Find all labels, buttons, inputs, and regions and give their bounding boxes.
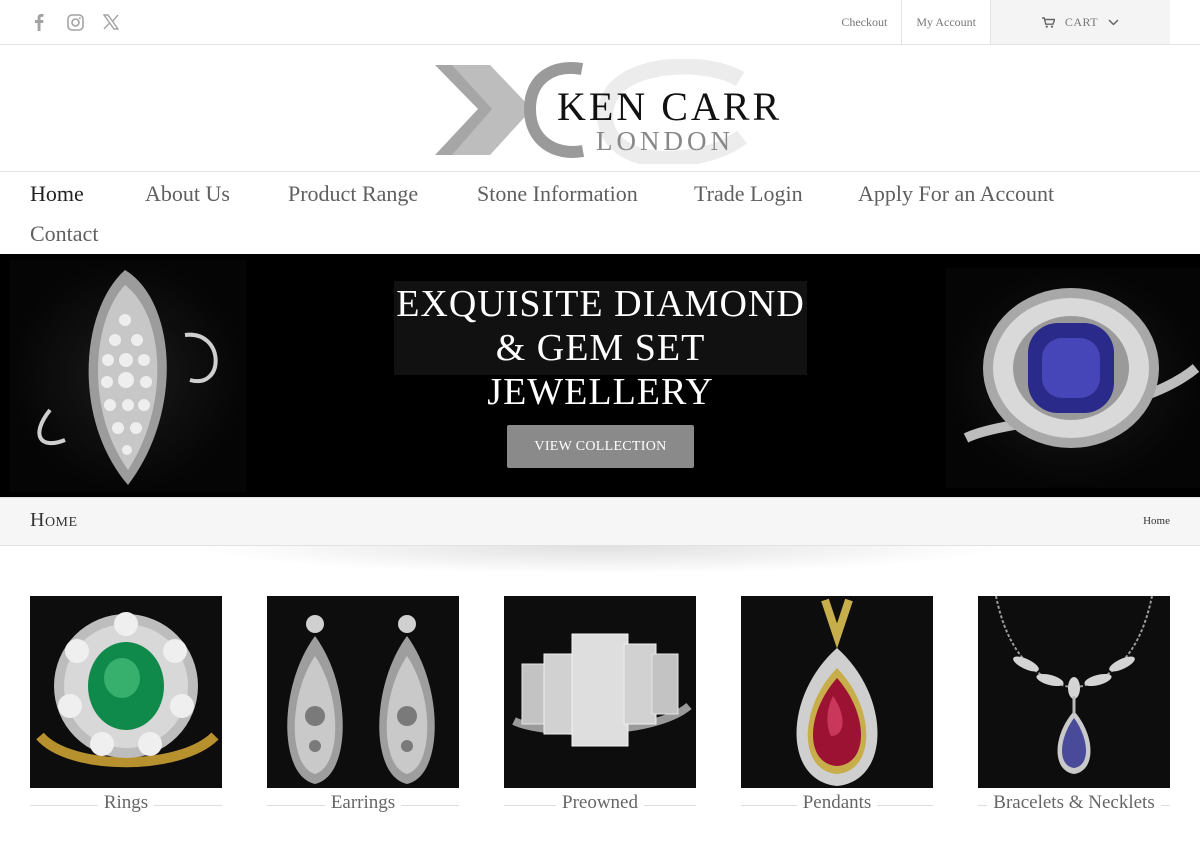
logo-line-1: KEN CARR xyxy=(557,84,783,129)
preowned-image[interactable] xyxy=(504,596,696,788)
rings-image[interactable] xyxy=(30,596,222,788)
page-title: Home xyxy=(30,509,78,531)
nav-home[interactable]: Home xyxy=(30,181,84,207)
nav-contact[interactable]: Contact xyxy=(30,221,98,247)
breadcrumb[interactable]: Home xyxy=(1143,515,1170,527)
checkout-link[interactable]: Checkout xyxy=(827,0,901,44)
nav-trade-login[interactable]: Trade Login xyxy=(694,181,803,207)
bracelets-necklets-caption: Bracelets & Necklets xyxy=(978,792,1170,818)
cart-button[interactable]: CART xyxy=(990,0,1170,44)
hero-title-line-2: & GEM SET JEWELLERY xyxy=(487,327,714,413)
cart-icon xyxy=(1041,16,1055,28)
top-links: Checkout My Account CART xyxy=(827,0,1170,44)
facebook-icon[interactable] xyxy=(30,11,48,33)
bracelets-necklets-image[interactable] xyxy=(978,596,1170,788)
sapphire-ring-image xyxy=(946,268,1200,488)
my-account-link[interactable]: My Account xyxy=(901,0,990,44)
view-collection-button[interactable]: VIEW COLLECTION xyxy=(507,425,694,468)
rings-label[interactable]: Rings xyxy=(97,792,155,814)
pendants-caption: Pendants xyxy=(741,792,933,818)
social-links xyxy=(30,11,120,33)
site-header: KEN CARR LONDON xyxy=(0,45,1200,172)
main-nav: Home About Us Product Range Stone Inform… xyxy=(30,173,1170,253)
instagram-icon[interactable] xyxy=(66,11,84,33)
hero-banner: EXQUISITE DIAMOND & GEM SET JEWELLERY VI… xyxy=(0,254,1200,497)
page-title-bar: Home Home xyxy=(0,497,1200,546)
preowned-caption: Preowned xyxy=(504,792,696,818)
nav-apply-for-an-account[interactable]: Apply For an Account xyxy=(858,181,1054,207)
nav-stone-information[interactable]: Stone Information xyxy=(477,181,638,207)
earrings-image[interactable] xyxy=(267,596,459,788)
nav-product-range[interactable]: Product Range xyxy=(288,181,418,207)
category-bracelets-necklets[interactable]: Bracelets & Necklets xyxy=(978,596,1170,818)
section-shadow xyxy=(30,546,1170,586)
rings-caption: Rings xyxy=(30,792,222,818)
earrings-label[interactable]: Earrings xyxy=(324,792,402,814)
category-grid: Rings Earrings Preowned Pendants Bracele… xyxy=(30,596,1170,826)
top-bar: Checkout My Account CART xyxy=(0,0,1200,45)
pendants-image[interactable] xyxy=(741,596,933,788)
category-rings[interactable]: Rings xyxy=(30,596,222,818)
cart-label: CART xyxy=(1064,14,1099,29)
bracelets-necklets-label[interactable]: Bracelets & Necklets xyxy=(987,792,1161,814)
pendants-label[interactable]: Pendants xyxy=(796,792,878,814)
hero-title: EXQUISITE DIAMOND & GEM SET JEWELLERY xyxy=(394,282,807,414)
category-preowned[interactable]: Preowned xyxy=(504,596,696,818)
logo-line-2: LONDON xyxy=(596,126,734,156)
marquise-ring-image xyxy=(10,260,246,492)
ken-carr-logo[interactable]: KEN CARR LONDON xyxy=(430,59,779,164)
earrings-caption: Earrings xyxy=(267,792,459,818)
category-earrings[interactable]: Earrings xyxy=(267,596,459,818)
hero-title-line-1: EXQUISITE DIAMOND xyxy=(396,283,805,325)
preowned-label[interactable]: Preowned xyxy=(556,792,644,814)
x-icon[interactable] xyxy=(102,11,120,33)
category-pendants[interactable]: Pendants xyxy=(741,596,933,818)
nav-about-us[interactable]: About Us xyxy=(145,181,230,207)
chevron-down-icon xyxy=(1108,18,1119,26)
